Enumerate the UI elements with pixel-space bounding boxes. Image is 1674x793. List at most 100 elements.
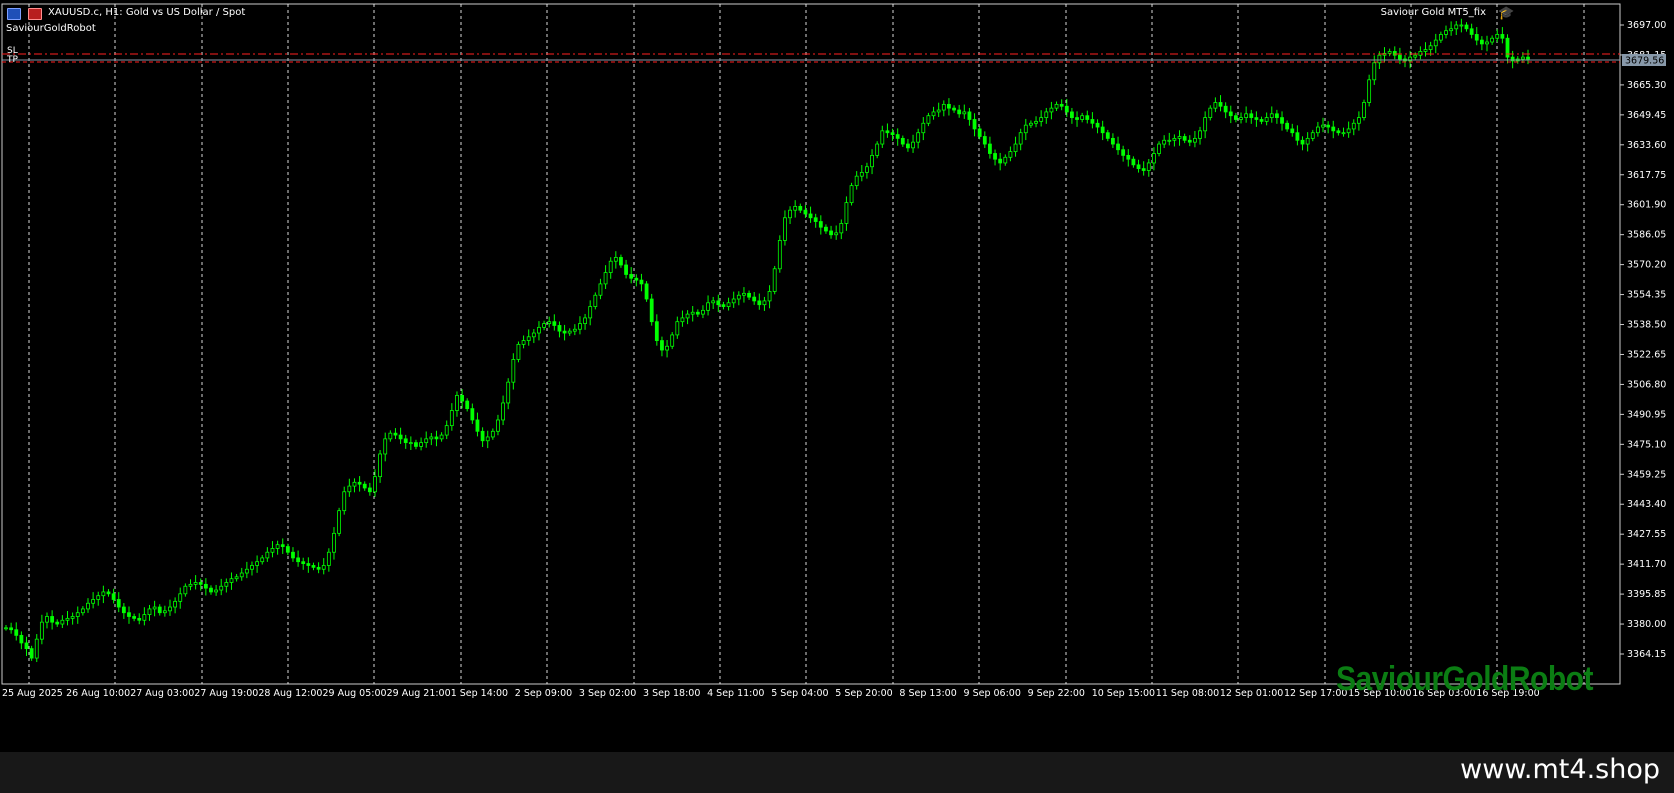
candle — [1310, 129, 1315, 142]
candle — [685, 310, 690, 325]
candle-body — [1280, 117, 1284, 124]
candle-body — [1444, 30, 1448, 35]
candle-body — [101, 591, 106, 597]
candle-body — [598, 283, 603, 296]
candle-body — [1044, 111, 1049, 118]
candle — [501, 395, 505, 426]
candle — [1300, 136, 1305, 151]
candle-body — [982, 136, 987, 145]
candle — [1418, 46, 1423, 60]
candle — [885, 123, 890, 138]
candle — [1326, 121, 1331, 134]
candle-body — [414, 442, 418, 447]
candle — [670, 332, 675, 350]
candle — [736, 291, 741, 306]
candle-body — [203, 583, 208, 589]
candle — [967, 107, 972, 126]
candle — [1023, 118, 1028, 141]
candle — [470, 403, 475, 424]
candle-body — [926, 115, 931, 124]
candle-body — [321, 565, 326, 570]
candle — [1187, 135, 1192, 147]
candle — [1495, 29, 1500, 43]
candle — [60, 615, 65, 629]
candle-body — [1162, 139, 1167, 145]
candle-body — [1418, 51, 1423, 56]
graduation-cap-icon[interactable]: 🎓 — [1498, 6, 1516, 21]
candle — [941, 100, 946, 117]
candle — [859, 165, 864, 182]
candle — [209, 585, 213, 595]
y-tick-label: 3554.35 — [1627, 290, 1666, 301]
candle — [137, 613, 142, 625]
candle-body — [1290, 128, 1295, 134]
candle-body — [1013, 143, 1018, 153]
x-tick-label: 11 Sep 08:00 — [1156, 688, 1219, 699]
candle-body — [1136, 164, 1141, 170]
candle — [982, 131, 987, 149]
candle — [588, 300, 593, 326]
candle — [906, 138, 910, 152]
chart-window-icon[interactable] — [28, 8, 42, 20]
candle-body — [178, 593, 183, 602]
x-tick-label: 12 Sep 01:00 — [1220, 688, 1283, 699]
candle — [1392, 46, 1397, 60]
candle-body — [829, 230, 833, 236]
candle-body — [1392, 51, 1397, 56]
candle-body — [972, 119, 977, 130]
candle-body — [1259, 119, 1264, 122]
y-tick-label: 3601.90 — [1627, 200, 1666, 211]
candle — [1336, 127, 1341, 136]
candle — [4, 624, 8, 631]
candle — [168, 599, 172, 616]
candle — [75, 606, 80, 624]
candle-body — [157, 606, 162, 614]
y-tick-label: 3633.60 — [1627, 140, 1666, 151]
chart-window-icon[interactable] — [7, 8, 21, 20]
candle — [255, 555, 260, 573]
y-tick-label: 3522.65 — [1627, 349, 1666, 360]
price-chart[interactable]: 3697.003681.153665.303649.453633.603617.… — [0, 0, 1674, 752]
candle-body — [1054, 103, 1059, 109]
candle-body — [1341, 132, 1346, 135]
x-tick-label: 29 Aug 21:00 — [387, 688, 451, 699]
candle — [101, 585, 106, 604]
candle-body — [660, 340, 664, 351]
candle — [936, 102, 941, 118]
candle-body — [244, 568, 249, 574]
candle-body — [593, 294, 598, 307]
candle-body — [162, 610, 167, 614]
candle — [516, 341, 521, 363]
candle — [1223, 102, 1228, 119]
x-tick-label: 10 Sep 15:00 — [1092, 688, 1155, 699]
candle — [321, 558, 326, 575]
candle — [752, 292, 757, 305]
candle — [173, 597, 178, 614]
candle — [337, 507, 341, 537]
candle-body — [70, 616, 75, 619]
candle — [1500, 27, 1505, 44]
candle — [629, 267, 634, 284]
candle-body — [1029, 122, 1033, 126]
candle — [675, 316, 680, 339]
candle-body — [301, 561, 306, 564]
candle-body — [1377, 54, 1382, 64]
candle — [1203, 111, 1208, 139]
candle — [680, 310, 685, 327]
candle-body — [75, 612, 80, 617]
candle-body — [480, 430, 485, 442]
candle-body — [690, 311, 695, 315]
candle — [695, 309, 700, 317]
candle-body — [270, 548, 275, 553]
candle — [1157, 141, 1161, 157]
candle — [547, 316, 552, 328]
candle — [1274, 109, 1279, 124]
candle-body — [506, 381, 511, 404]
footer-url[interactable]: www.mt4.shop — [1460, 754, 1660, 785]
chart-area[interactable]: 3697.003681.153665.303649.453633.603617.… — [0, 0, 1674, 752]
y-tick-label: 3665.30 — [1627, 80, 1666, 91]
candle-body — [803, 209, 808, 215]
candle — [1008, 146, 1013, 162]
candle — [567, 328, 572, 336]
symbol-title: XAUUSD.c, H1: Gold vs US Dollar / Spot — [48, 7, 246, 18]
